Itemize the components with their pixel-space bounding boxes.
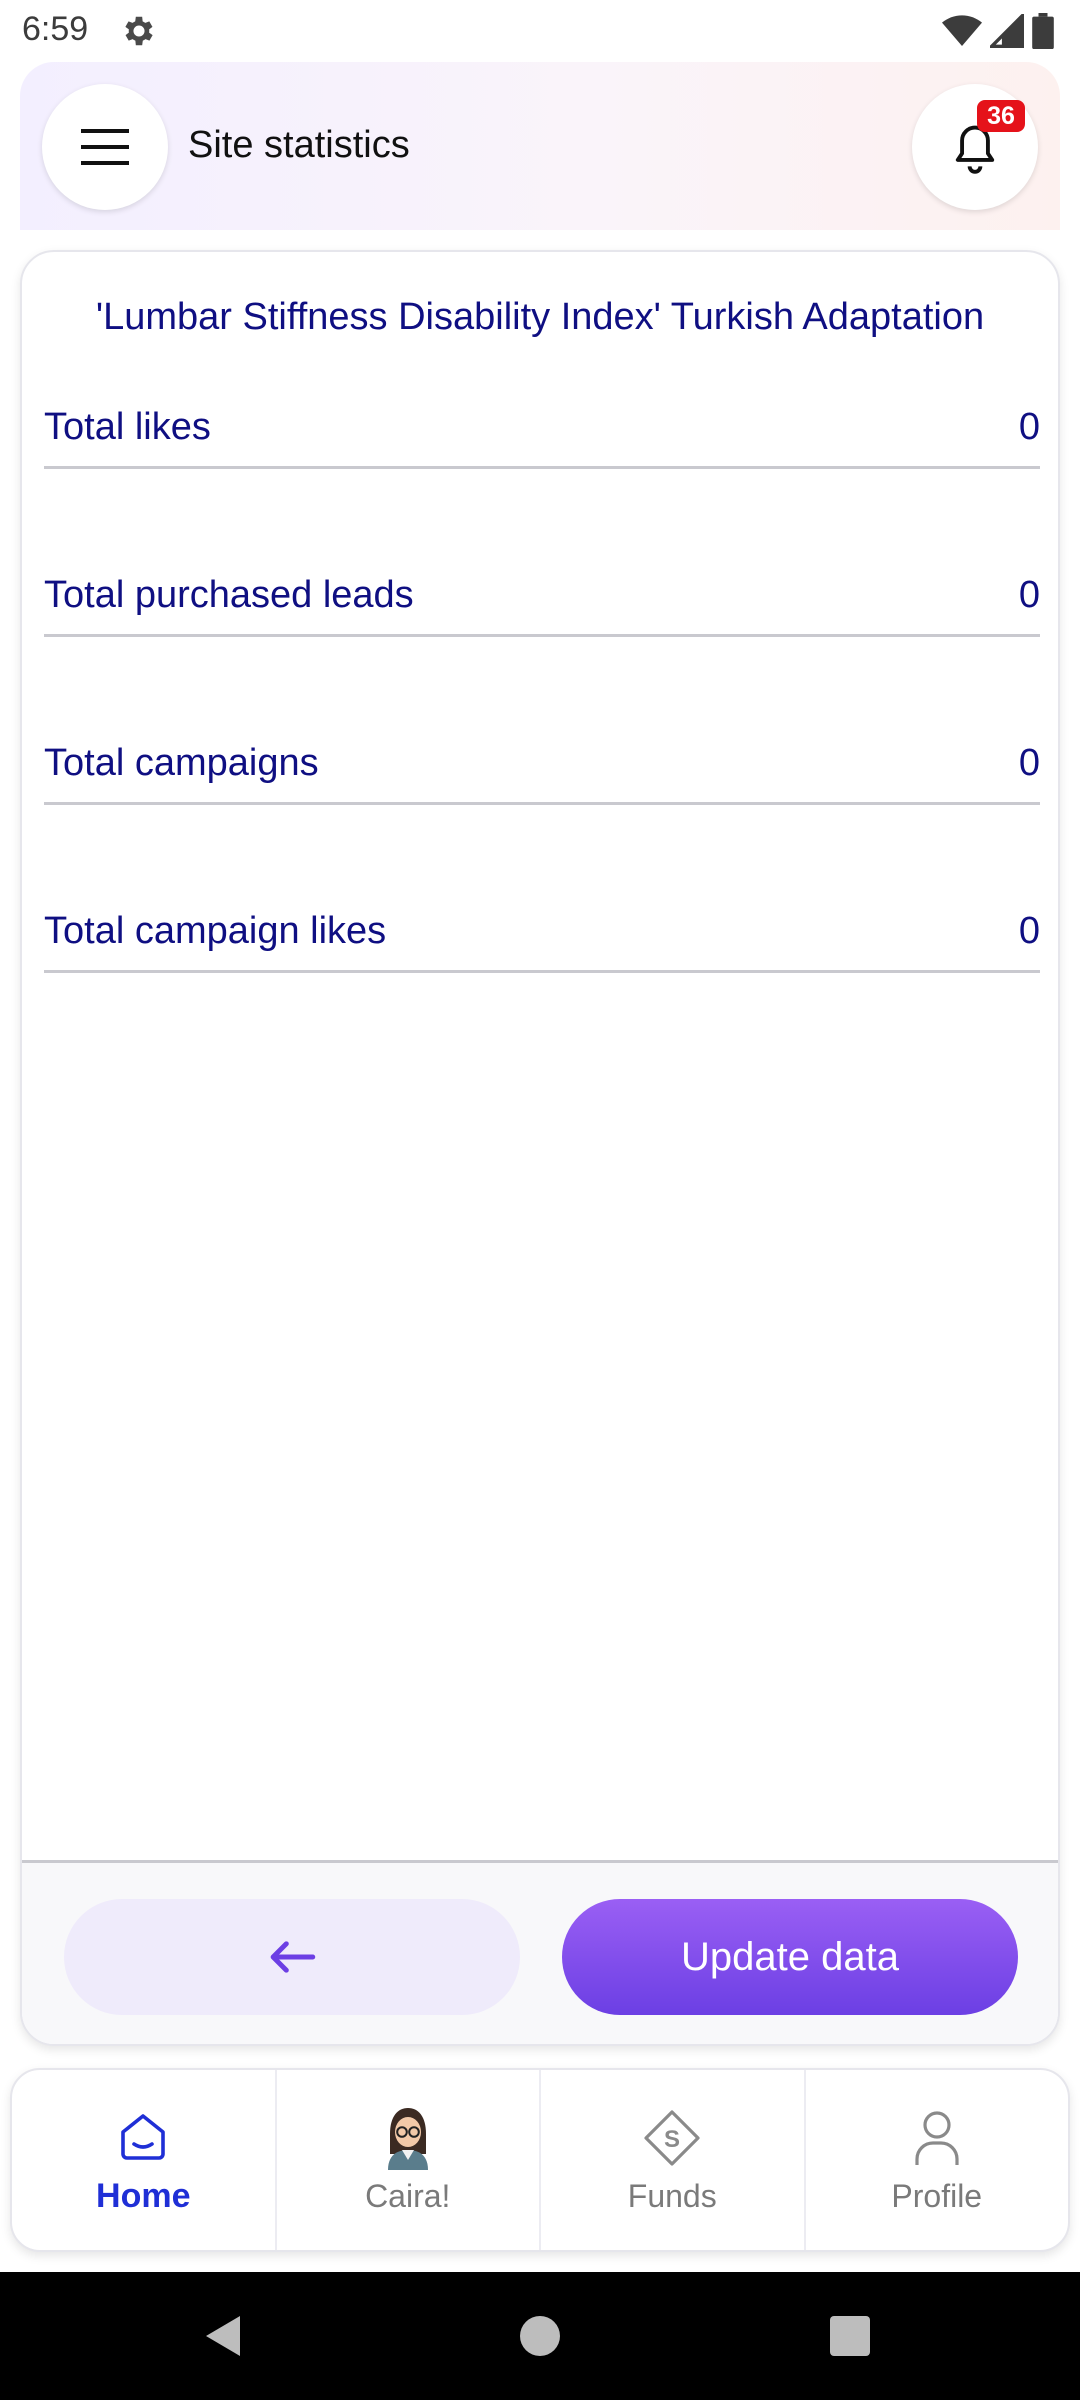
nav-label-caira: Caira! (365, 2177, 451, 2214)
system-home-icon[interactable] (520, 2316, 560, 2356)
status-bar: 6:59 (0, 0, 1080, 62)
nav-label-funds: Funds (627, 2177, 717, 2214)
status-time: 6:59 (22, 10, 89, 48)
stat-row-total-purchased-leads: Total purchased leads 0 (44, 574, 1040, 637)
nav-label-home: Home (96, 2176, 191, 2215)
stat-value: 0 (1018, 406, 1040, 448)
stat-label: Total purchased leads (44, 574, 414, 616)
card-footer: Update data (22, 1860, 1058, 2044)
status-icons (942, 12, 1054, 50)
statistics-card: 'Lumbar Stiffness Disability Index' Turk… (20, 250, 1060, 2046)
page-title: Site statistics (188, 124, 410, 166)
gear-icon (125, 16, 153, 46)
card-title: 'Lumbar Stiffness Disability Index' Turk… (95, 296, 985, 338)
svg-text:S: S (664, 2126, 680, 2153)
wifi-icon (942, 15, 982, 47)
nav-item-funds[interactable]: S Funds (541, 2070, 806, 2250)
nav-item-caira[interactable]: Caira! (277, 2070, 541, 2250)
stat-row-total-campaigns: Total campaigns 0 (44, 742, 1040, 805)
hamburger-menu-icon (81, 129, 129, 165)
stat-row-total-campaign-likes: Total campaign likes 0 (44, 910, 1040, 973)
stat-value: 0 (1018, 574, 1040, 616)
stat-label: Total likes (44, 406, 211, 448)
system-back-icon[interactable] (200, 2312, 248, 2360)
notification-badge: 36 (977, 100, 1025, 132)
update-data-button[interactable]: Update data (562, 1899, 1018, 2015)
back-button[interactable] (64, 1899, 520, 2015)
nav-item-home[interactable]: Home (12, 2070, 277, 2250)
stat-row-total-likes: Total likes 0 (44, 406, 1040, 469)
notifications-button[interactable]: 36 (912, 84, 1038, 210)
home-icon (111, 2105, 175, 2169)
stat-label: Total campaign likes (44, 910, 387, 952)
battery-icon (1032, 13, 1054, 49)
stat-value: 0 (1018, 742, 1040, 784)
funds-icon: S (640, 2106, 704, 2170)
nav-item-profile[interactable]: Profile (806, 2070, 1069, 2250)
avatar-icon (376, 2106, 440, 2170)
stat-label: Total campaigns (44, 742, 319, 784)
bottom-navigation: Home Caira! S Funds Profile (10, 2068, 1070, 2252)
stat-value: 0 (1018, 910, 1040, 952)
nav-label-profile: Profile (891, 2177, 983, 2214)
arrow-left-icon (270, 1941, 316, 1973)
system-navigation-bar (0, 2272, 1080, 2400)
system-recents-icon[interactable] (830, 2316, 870, 2356)
screen: 6:59 Site statistics 36 'Lumbar Stiffnes… (0, 0, 1080, 2400)
signal-icon (990, 14, 1024, 48)
app-header: Site statistics 36 (20, 62, 1060, 230)
menu-button[interactable] (42, 84, 168, 210)
profile-icon (905, 2106, 969, 2170)
